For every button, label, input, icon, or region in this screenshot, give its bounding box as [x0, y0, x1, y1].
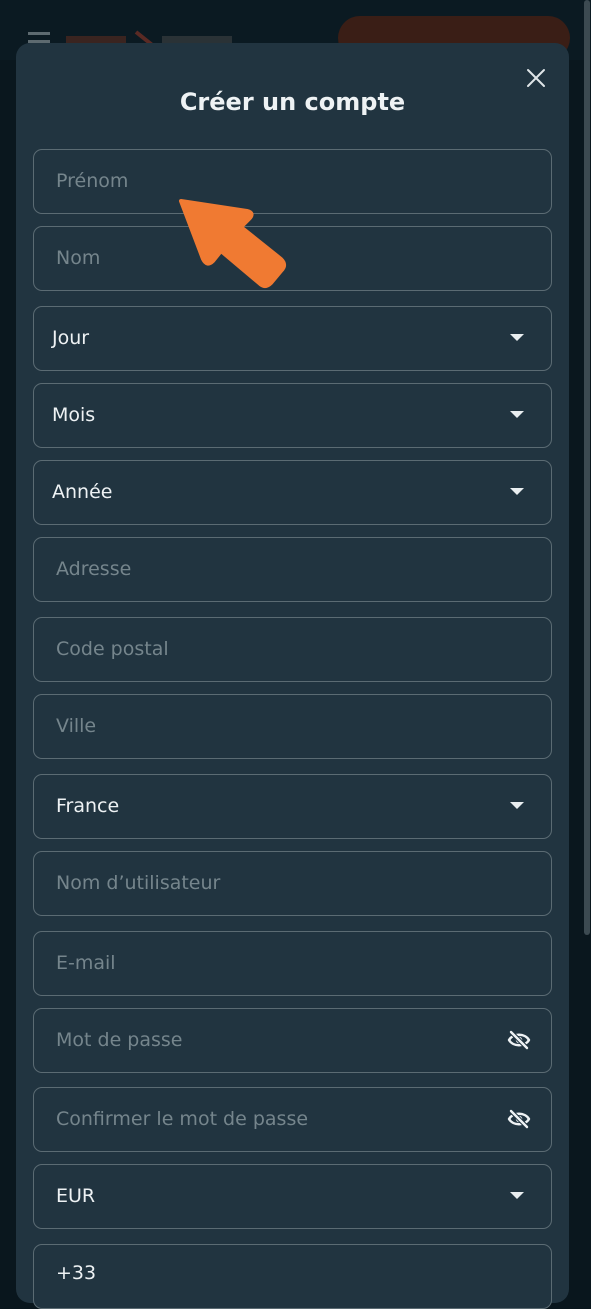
password-field: [33, 1008, 552, 1073]
postal-code-field: [33, 617, 552, 682]
address-input[interactable]: [56, 538, 496, 600]
month-select-value: Mois: [52, 404, 96, 426]
address-field: [33, 537, 552, 602]
eye-off-icon[interactable]: [507, 1029, 531, 1051]
modal-title: Créer un compte: [179, 88, 406, 116]
first-name-input[interactable]: [56, 150, 496, 212]
email-field: [33, 931, 552, 996]
password-input[interactable]: [56, 1009, 496, 1071]
create-account-modal: Créer un compte Jour Mois Année France: [16, 43, 569, 1309]
confirm-password-input[interactable]: [56, 1088, 496, 1150]
username-input[interactable]: [56, 852, 496, 914]
currency-select-value: EUR: [56, 1185, 96, 1207]
username-field: [33, 851, 552, 916]
year-select-value: Année: [52, 481, 113, 503]
year-select[interactable]: Année: [33, 460, 552, 525]
caret-down-icon: [510, 802, 524, 809]
caret-down-icon: [510, 488, 524, 495]
email-input[interactable]: [56, 932, 496, 994]
caret-down-icon: [510, 1192, 524, 1199]
currency-select[interactable]: EUR: [33, 1164, 552, 1229]
postal-code-input[interactable]: [56, 618, 496, 680]
confirm-password-field: [33, 1087, 552, 1152]
country-select-value: France: [56, 795, 120, 817]
last-name-field: [33, 226, 552, 291]
eye-off-icon[interactable]: [507, 1108, 531, 1130]
close-icon[interactable]: [524, 66, 548, 90]
month-select[interactable]: Mois: [33, 383, 552, 448]
scrollbar[interactable]: [584, 0, 590, 935]
phone-field[interactable]: +33: [33, 1244, 552, 1309]
last-name-input[interactable]: [56, 227, 496, 289]
country-select[interactable]: France: [33, 774, 552, 839]
city-field: [33, 694, 552, 759]
day-select-value: Jour: [52, 327, 90, 349]
city-input[interactable]: [56, 695, 496, 757]
caret-down-icon: [510, 411, 524, 418]
caret-down-icon: [510, 334, 524, 341]
first-name-field: [33, 149, 552, 214]
day-select[interactable]: Jour: [33, 306, 552, 371]
phone-prefix: +33: [56, 1262, 97, 1284]
